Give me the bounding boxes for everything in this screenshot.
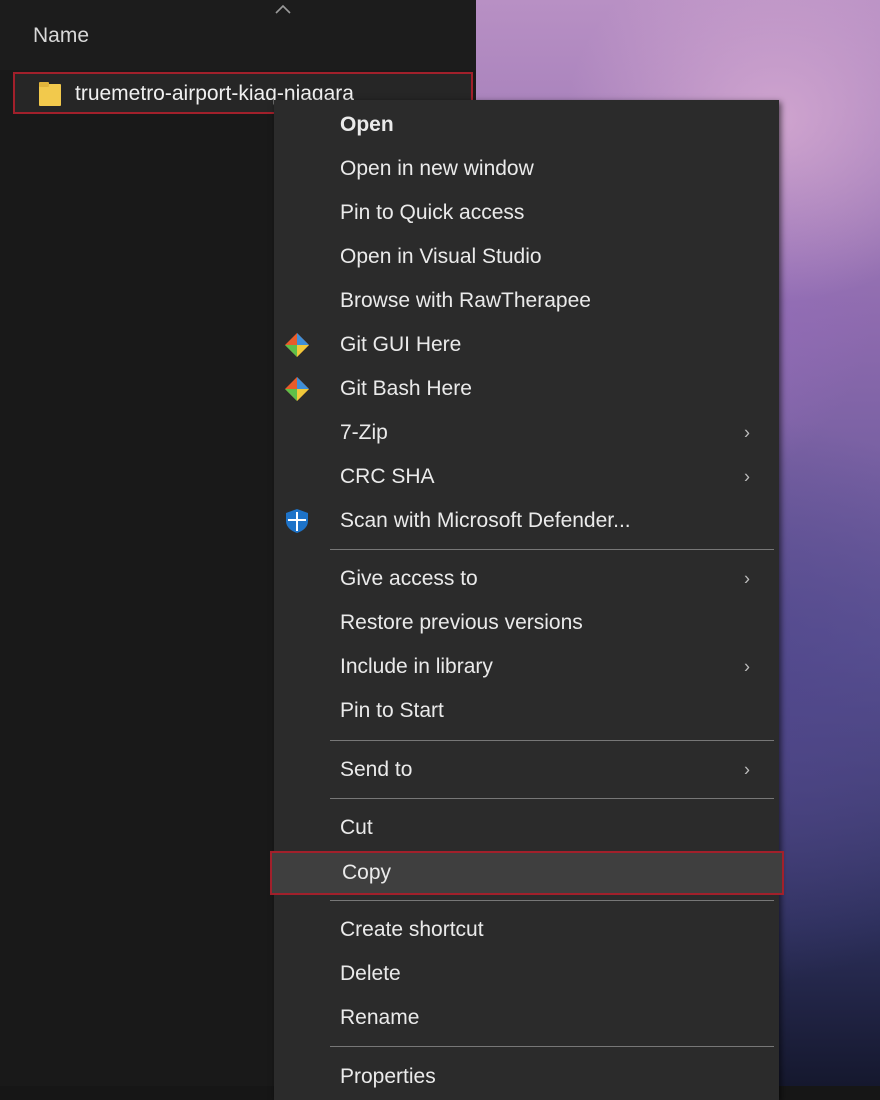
- sort-ascending-icon: [275, 4, 291, 14]
- defender-shield-icon: [286, 509, 308, 533]
- menu-item-label: Restore previous versions: [340, 611, 583, 634]
- menu-item-rename[interactable]: Rename: [274, 996, 779, 1040]
- menu-item-open-new-window[interactable]: Open in new window: [274, 147, 779, 191]
- context-menu: Open Open in new window Pin to Quick acc…: [270, 100, 784, 1100]
- menu-separator: [330, 1046, 774, 1047]
- name-column-header[interactable]: Name: [0, 0, 476, 70]
- menu-item-properties[interactable]: Properties: [274, 1055, 779, 1099]
- menu-item-7zip[interactable]: 7-Zip ›: [274, 411, 779, 455]
- menu-item-git-bash[interactable]: Git Bash Here: [274, 367, 779, 411]
- git-bash-icon: [285, 377, 309, 401]
- menu-separator: [330, 740, 774, 741]
- column-header-label: Name: [33, 24, 90, 47]
- menu-separator: [330, 798, 774, 799]
- submenu-arrow-icon: ›: [744, 422, 750, 443]
- menu-item-label: Delete: [340, 962, 401, 985]
- menu-separator: [330, 900, 774, 901]
- menu-item-delete[interactable]: Delete: [274, 952, 779, 996]
- menu-item-open-visual-studio[interactable]: Open in Visual Studio: [274, 235, 779, 279]
- menu-item-label: Open in Visual Studio: [340, 245, 542, 268]
- submenu-arrow-icon: ›: [744, 656, 750, 677]
- menu-item-label: Properties: [340, 1065, 436, 1088]
- menu-item-copy[interactable]: Copy: [270, 851, 784, 895]
- menu-item-pin-start[interactable]: Pin to Start: [274, 689, 779, 733]
- menu-separator: [330, 549, 774, 550]
- menu-item-label: Send to: [340, 758, 413, 781]
- menu-item-label: 7-Zip: [340, 421, 388, 444]
- menu-item-include-library[interactable]: Include in library ›: [274, 645, 779, 689]
- menu-item-cut[interactable]: Cut: [274, 806, 779, 850]
- menu-item-label: Browse with RawTherapee: [340, 289, 591, 312]
- git-gui-icon: [285, 333, 309, 357]
- menu-item-pin-quick-access[interactable]: Pin to Quick access: [274, 191, 779, 235]
- menu-item-label: Pin to Quick access: [340, 201, 525, 224]
- menu-item-label: Scan with Microsoft Defender...: [340, 509, 631, 532]
- submenu-arrow-icon: ›: [744, 466, 750, 487]
- menu-item-label: Create shortcut: [340, 918, 484, 941]
- menu-item-restore-versions[interactable]: Restore previous versions: [274, 601, 779, 645]
- menu-item-label: Copy: [342, 861, 392, 884]
- menu-item-label: Git Bash Here: [340, 377, 472, 400]
- menu-item-label: Cut: [340, 816, 373, 839]
- folder-icon: [39, 82, 61, 106]
- menu-item-scan-defender[interactable]: Scan with Microsoft Defender...: [274, 499, 779, 543]
- submenu-arrow-icon: ›: [744, 568, 750, 589]
- menu-item-label: Open in new window: [340, 157, 534, 180]
- menu-item-browse-rawtherapee[interactable]: Browse with RawTherapee: [274, 279, 779, 323]
- menu-item-label: Git GUI Here: [340, 333, 462, 356]
- menu-item-open[interactable]: Open: [274, 103, 779, 147]
- submenu-arrow-icon: ›: [744, 759, 750, 780]
- menu-item-crc-sha[interactable]: CRC SHA ›: [274, 455, 779, 499]
- menu-item-label: Include in library: [340, 655, 493, 678]
- menu-item-label: Pin to Start: [340, 699, 444, 722]
- menu-item-label: CRC SHA: [340, 465, 435, 488]
- menu-item-send-to[interactable]: Send to ›: [274, 748, 779, 792]
- menu-item-label: Give access to: [340, 567, 478, 590]
- menu-item-create-shortcut[interactable]: Create shortcut: [274, 908, 779, 952]
- menu-item-label: Open: [340, 113, 394, 136]
- menu-item-give-access[interactable]: Give access to ›: [274, 557, 779, 601]
- menu-item-git-gui[interactable]: Git GUI Here: [274, 323, 779, 367]
- menu-item-label: Rename: [340, 1006, 420, 1029]
